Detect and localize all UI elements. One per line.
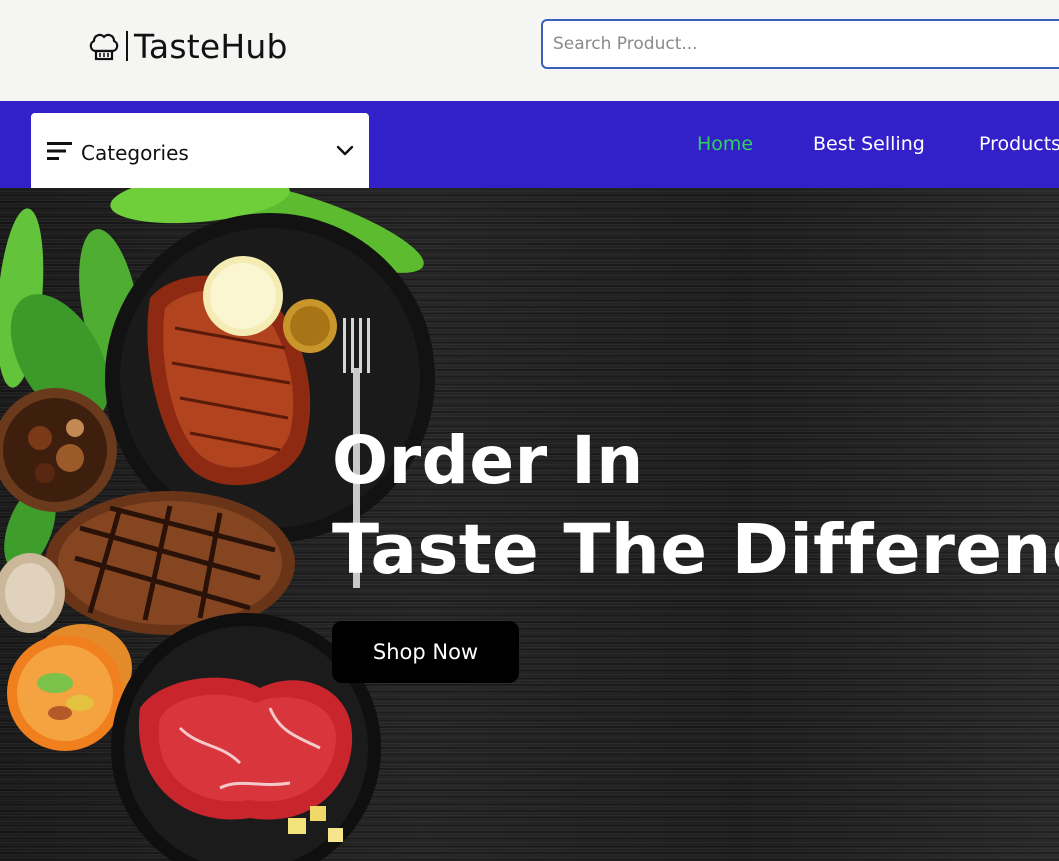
- nav-link-products[interactable]: Products: [979, 133, 1059, 155]
- vegetable-bowl: [7, 635, 123, 751]
- chef-hat-icon: [89, 33, 119, 61]
- hero-headline: Order In Taste The Difference: [332, 428, 1059, 585]
- hero-banner: Order In Taste The Difference Shop Now: [0, 188, 1059, 861]
- search-input[interactable]: [543, 21, 1059, 67]
- logo[interactable]: TasteHub: [87, 24, 288, 68]
- main-nav: Categories Home Best Selling Products: [0, 101, 1059, 188]
- grilled-steak: [45, 491, 295, 635]
- search-box[interactable]: [541, 19, 1059, 69]
- nav-links: Home Best Selling Products: [0, 101, 1059, 188]
- nav-link-best-selling[interactable]: Best Selling: [813, 133, 925, 155]
- brand-name: TasteHub: [134, 26, 288, 66]
- nav-link-home[interactable]: Home: [697, 133, 753, 155]
- logo-divider: [126, 31, 128, 61]
- shop-now-button[interactable]: Shop Now: [332, 621, 519, 683]
- headline-line-2: Taste The Difference: [332, 510, 1059, 590]
- headline-line-1: Order In: [332, 422, 644, 499]
- site-header: TasteHub: [0, 0, 1059, 101]
